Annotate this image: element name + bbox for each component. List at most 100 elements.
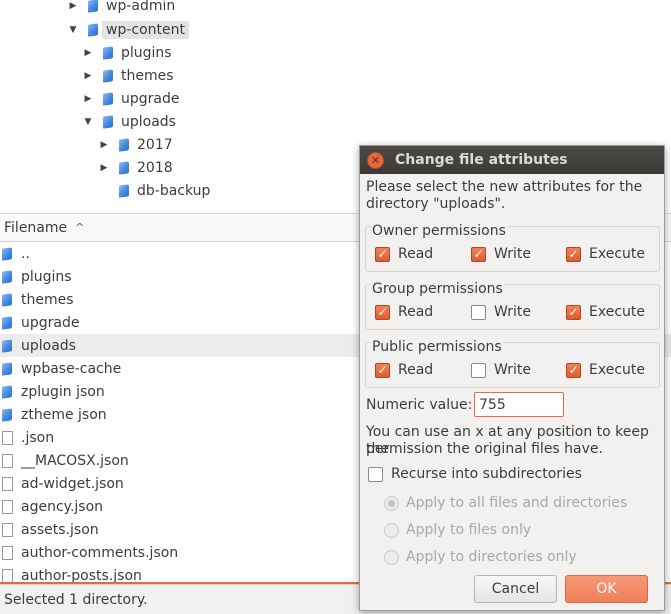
checkbox-checked-icon: ✓ (566, 304, 581, 320)
file-name: author-comments.json (21, 544, 179, 561)
group-permissions-group: Group permissions ✓ Read Write ✓ Execute (365, 281, 660, 330)
file-icon (2, 522, 13, 537)
checkbox-checked-icon: ✓ (375, 304, 390, 320)
public-read-checkbox[interactable]: ✓ Read (375, 362, 433, 378)
tree-item-2017[interactable]: ▶ 2017 (99, 134, 173, 156)
expand-arrow-icon[interactable]: ▶ (99, 163, 109, 173)
tree-item-upgrade[interactable]: ▶ upgrade (83, 88, 180, 110)
numeric-value-label: Numeric value: (366, 397, 473, 413)
folder-icon (2, 292, 12, 307)
tree-item-themes[interactable]: ▶ themes (83, 65, 174, 87)
file-name: upgrade (21, 314, 80, 331)
close-icon[interactable]: ✕ (367, 151, 384, 169)
file-icon (2, 453, 13, 468)
radio-apply-all[interactable]: Apply to all files and directories (384, 495, 627, 511)
radio-apply-files[interactable]: Apply to files only (384, 522, 531, 538)
expand-arrow-icon[interactable]: ▶ (99, 140, 109, 150)
tree-item-label: db-backup (137, 183, 211, 199)
folder-icon (2, 269, 12, 284)
file-name: __MACOSX.json (21, 452, 129, 469)
checkbox-unchecked-icon (471, 304, 486, 320)
file-name: agency.json (21, 498, 104, 515)
radio-unselected-icon (384, 522, 399, 538)
checkbox-unchecked-icon (471, 362, 486, 378)
dialog-titlebar[interactable]: ✕ Change file attributes (360, 146, 664, 174)
group-title: Group permissions (371, 281, 504, 297)
radio-apply-directories[interactable]: Apply to directories only (384, 549, 577, 565)
expand-arrow-icon[interactable]: ▶ (83, 71, 93, 81)
numeric-value-input[interactable] (474, 392, 564, 417)
file-icon (2, 430, 13, 445)
folder-icon (103, 69, 113, 83)
tree-item-label: themes (121, 68, 174, 84)
checkbox-label: Read (398, 246, 434, 262)
tree-item-label: 2017 (137, 137, 173, 153)
folder-icon (119, 161, 129, 175)
ok-button[interactable]: OK (565, 575, 648, 603)
file-name: themes (21, 291, 74, 308)
checkbox-checked-icon: ✓ (566, 362, 581, 378)
radio-unselected-icon (384, 549, 399, 565)
tree-item-2018[interactable]: ▶ 2018 (99, 157, 173, 179)
owner-read-checkbox[interactable]: ✓ Read (375, 246, 433, 262)
tree-item-wp-content[interactable]: ▼ wp-content (68, 19, 189, 41)
folder-icon (119, 138, 129, 152)
file-name: .. (21, 245, 30, 262)
radio-selected-icon (384, 495, 399, 511)
tree-item-label: plugins (121, 45, 172, 61)
folder-icon (2, 315, 12, 330)
collapse-arrow-icon[interactable]: ▼ (83, 117, 93, 127)
file-name: plugins (21, 268, 72, 285)
checkbox-checked-icon: ✓ (471, 246, 486, 262)
group-execute-checkbox[interactable]: ✓ Execute (566, 304, 645, 320)
file-icon (2, 499, 13, 514)
group-write-checkbox[interactable]: Write (471, 304, 531, 320)
expand-arrow-icon[interactable]: ▶ (68, 1, 78, 11)
group-read-checkbox[interactable]: ✓ Read (375, 304, 433, 320)
public-permissions-group: Public permissions ✓ Read Write ✓ Execut… (365, 339, 660, 388)
dialog-intro-line1: Please select the new attributes for the (366, 179, 643, 195)
public-write-checkbox[interactable]: Write (471, 362, 531, 378)
expand-arrow-icon[interactable]: ▶ (83, 94, 93, 104)
folder-icon (2, 246, 12, 261)
dialog-intro-line2: directory "uploads". (366, 196, 506, 212)
tree-item-label: upgrade (121, 91, 180, 107)
checkbox-label: Write (494, 362, 531, 378)
file-name: uploads (21, 337, 76, 354)
tree-item-wp-admin[interactable]: ▶ wp-admin (68, 0, 175, 17)
owner-execute-checkbox[interactable]: ✓ Execute (566, 246, 645, 262)
owner-permissions-group: Owner permissions ✓ Read ✓ Write ✓ Execu… (365, 223, 660, 272)
folder-icon (119, 184, 129, 198)
folder-icon (2, 338, 12, 353)
status-text: Selected 1 directory. (4, 591, 148, 608)
checkbox-checked-icon: ✓ (375, 246, 390, 262)
change-file-attributes-dialog: ✕ Change file attributes Please select t… (359, 145, 665, 611)
folder-icon (2, 384, 12, 399)
folder-icon (88, 0, 98, 13)
owner-write-checkbox[interactable]: ✓ Write (471, 246, 531, 262)
group-title: Public permissions (371, 339, 503, 355)
hint-line2: permission the original files have. (366, 441, 603, 457)
tree-item-label: uploads (121, 114, 176, 130)
checkbox-label: Execute (589, 362, 645, 378)
tree-item-plugins[interactable]: ▶ plugins (83, 42, 172, 64)
folder-icon (2, 407, 12, 422)
file-name: assets.json (21, 521, 99, 538)
file-icon (2, 545, 13, 560)
tree-item-label: wp-admin (106, 0, 176, 14)
checkbox-label: Read (398, 362, 434, 378)
cancel-button[interactable]: Cancel (474, 575, 557, 603)
recurse-checkbox[interactable]: Recurse into subdirectories (368, 466, 582, 482)
column-header-label: Filename (4, 219, 68, 236)
tree-item-uploads[interactable]: ▼ uploads (83, 111, 176, 133)
folder-icon (2, 361, 12, 376)
tree-item-db-backup[interactable]: db-backup (99, 180, 210, 202)
sort-ascending-icon: ^ (75, 221, 85, 234)
checkbox-label: Recurse into subdirectories (391, 466, 582, 482)
folder-icon (103, 46, 113, 60)
file-icon (2, 568, 13, 583)
collapse-arrow-icon[interactable]: ▼ (68, 25, 78, 35)
expand-arrow-icon[interactable]: ▶ (83, 48, 93, 58)
public-execute-checkbox[interactable]: ✓ Execute (566, 362, 645, 378)
tree-item-label: 2018 (137, 160, 173, 176)
